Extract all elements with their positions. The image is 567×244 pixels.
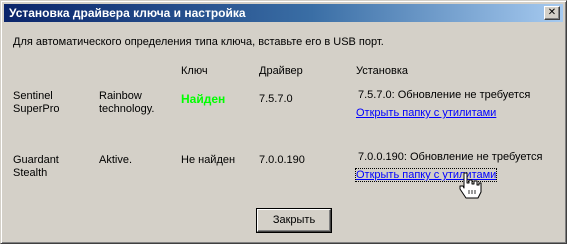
row-sentinel-vendor: Rainbow technology. <box>99 90 155 115</box>
column-header-driver: Драйвер <box>259 65 303 77</box>
row-guardant-driver-version: 7.0.0.190 <box>259 154 305 166</box>
dialog-window: Установка драйвера ключа и настройка ✕ Д… <box>0 0 567 244</box>
row-guardant-product: Guardant Stealth <box>13 154 59 179</box>
row-guardant-vendor: Aktive. <box>99 154 133 166</box>
row-sentinel-open-utilities-link[interactable]: Открыть папку с утилитами <box>356 107 496 119</box>
column-header-install: Установка <box>356 65 408 77</box>
row-guardant-key-status: Не найден <box>181 154 236 166</box>
instruction-text: Для автоматического определения типа клю… <box>13 36 384 48</box>
row-sentinel-product: Sentinel SuperPro <box>13 90 60 115</box>
row-sentinel-install-status: 7.5.7.0: Обновление не требуется <box>358 89 531 101</box>
close-window-button[interactable]: ✕ <box>544 6 560 20</box>
close-button[interactable]: Закрыть <box>257 209 331 232</box>
title-bar[interactable]: Установка драйвера ключа и настройка ✕ <box>4 4 563 22</box>
row-sentinel-key-status: Найден <box>181 92 226 106</box>
hand-pointer-icon <box>459 172 482 199</box>
row-guardant-install-status: 7.0.0.190: Обновление не требуется <box>358 151 543 163</box>
window-title: Установка драйвера ключа и настройка <box>9 6 246 20</box>
column-header-key: Ключ <box>181 65 208 77</box>
row-sentinel-driver-version: 7.5.7.0 <box>259 93 293 105</box>
